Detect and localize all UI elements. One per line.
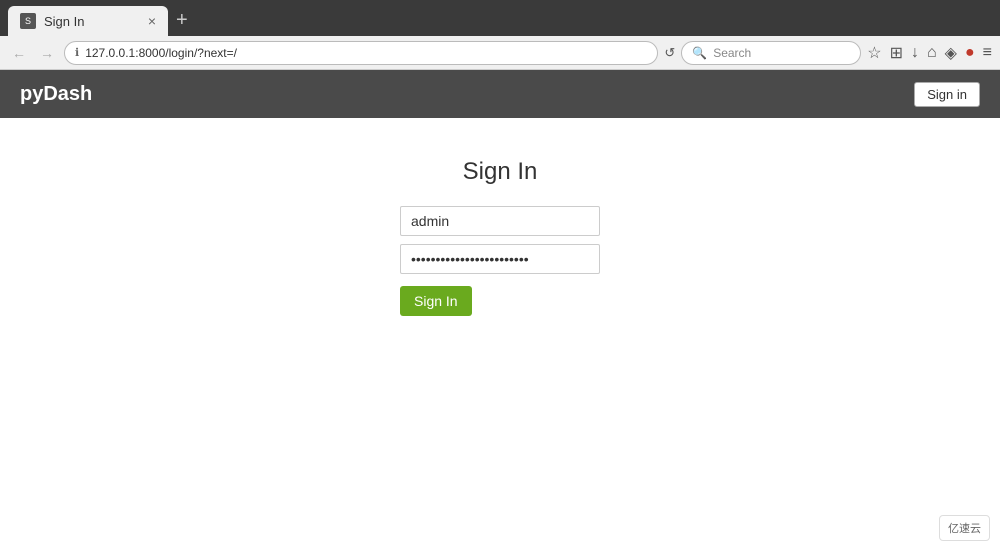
pocket-icon[interactable]: ◈ — [945, 43, 957, 63]
signin-form: Sign In — [400, 206, 600, 316]
signin-title: Sign In — [463, 158, 538, 186]
url-info-icon: ℹ — [75, 46, 79, 59]
new-tab-button[interactable]: + — [176, 10, 188, 30]
bookmark-icon[interactable]: ☆ — [867, 43, 881, 63]
home-icon[interactable]: ⌂ — [927, 44, 937, 62]
menu-icon[interactable]: ≡ — [983, 44, 992, 62]
tab-label: Sign In — [44, 14, 140, 29]
firefox-icon[interactable]: ● — [965, 44, 975, 62]
url-bar[interactable]: ℹ 127.0.0.1:8000/login/?next=/ — [64, 41, 658, 65]
toolbar-icons: ☆ ⊞ ↓ ⌂ ◈ ● ≡ — [867, 43, 992, 63]
reader-icon[interactable]: ⊞ — [890, 43, 903, 63]
back-button[interactable]: ← — [8, 43, 30, 63]
reload-button[interactable]: ↺ — [664, 45, 675, 61]
username-input[interactable] — [400, 206, 600, 236]
browser-tab[interactable]: S Sign In × — [8, 6, 168, 36]
app-signin-nav-button[interactable]: Sign in — [914, 82, 980, 107]
search-icon: 🔍 — [692, 46, 707, 60]
tab-bar: S Sign In × + — [0, 0, 1000, 36]
tab-favicon: S — [20, 13, 36, 29]
app-navbar: pyDash Sign in — [0, 70, 1000, 118]
tab-close-icon[interactable]: × — [148, 14, 156, 28]
search-bar[interactable]: 🔍 Search — [681, 41, 861, 65]
app-brand: pyDash — [20, 83, 92, 106]
browser-chrome: S Sign In × + ← → ℹ 127.0.0.1:8000/login… — [0, 0, 1000, 70]
password-input[interactable] — [400, 244, 600, 274]
download-icon[interactable]: ↓ — [911, 44, 919, 62]
watermark: 亿速云 — [939, 515, 990, 541]
search-placeholder: Search — [713, 46, 751, 60]
main-content: Sign In Sign In — [0, 118, 1000, 551]
url-text: 127.0.0.1:8000/login/?next=/ — [85, 46, 647, 60]
forward-button[interactable]: → — [36, 43, 58, 63]
signin-submit-button[interactable]: Sign In — [400, 286, 472, 316]
address-bar: ← → ℹ 127.0.0.1:8000/login/?next=/ ↺ 🔍 S… — [0, 36, 1000, 70]
